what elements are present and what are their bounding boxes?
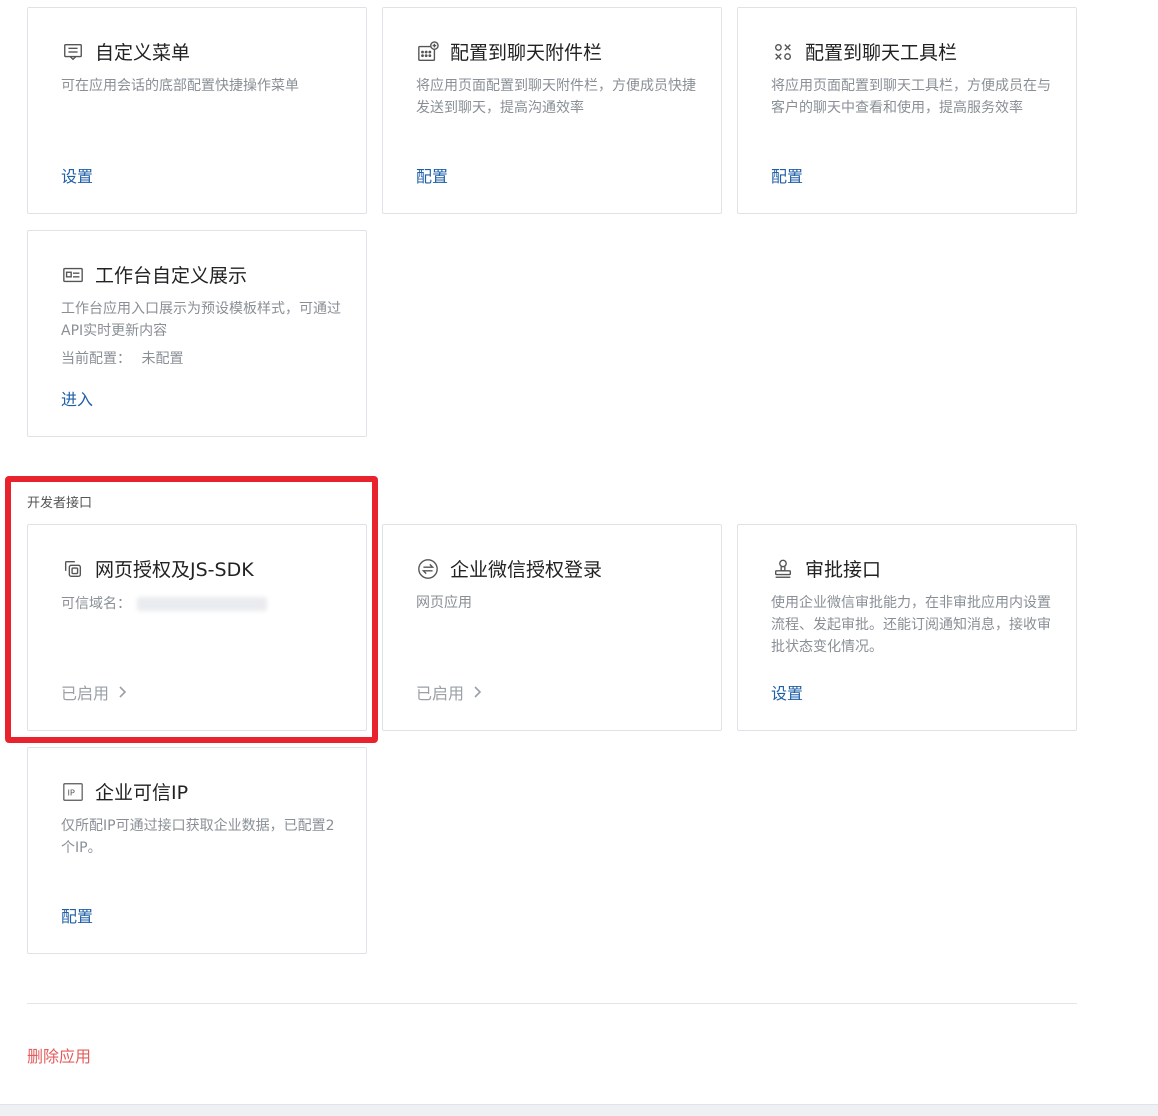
workbench-desc: 工作台应用入口展示为预设模板样式，可通过API实时更新内容 (61, 301, 341, 339)
chevron-right-icon (119, 686, 127, 698)
trusted-ip-title: 企业可信IP (95, 782, 189, 804)
web-auth-title: 网页授权及JS-SDK (95, 559, 254, 581)
chat-toolbar-config-link[interactable]: 配置 (771, 163, 803, 187)
web-auth-status[interactable]: 已启用 (61, 680, 127, 704)
custom-menu-settings-link[interactable]: 设置 (61, 163, 93, 187)
chat-attach-config-link[interactable]: 配置 (416, 163, 448, 187)
ip-box-icon: IP (61, 780, 85, 804)
trusted-domain-line: 可信域名： (61, 593, 267, 613)
chat-toolbar-desc: 将应用页面配置到聊天工具栏，方便成员在与客户的聊天中查看和使用，提高服务效率 (771, 78, 1051, 116)
chat-toolbar-card: 配置到聊天工具栏 将应用页面配置到聊天工具栏，方便成员在与客户的聊天中查看和使用… (737, 7, 1077, 214)
wecom-login-title: 企业微信授权登录 (450, 559, 603, 581)
current-config-value: 未配置 (141, 351, 184, 367)
wecom-login-desc: 网页应用 (416, 595, 472, 611)
wecom-login-card[interactable]: 企业微信授权登录 网页应用 已启用 (382, 524, 722, 731)
approval-settings-link[interactable]: 设置 (771, 680, 803, 704)
current-config-label: 当前配置： (61, 351, 131, 367)
trusted-ip-config-link[interactable]: 配置 (61, 903, 93, 927)
approval-desc: 使用企业微信审批能力，在非审批应用内设置流程、发起审批。还能订阅通知消息，接收审… (771, 595, 1051, 655)
delete-app-link[interactable]: 删除应用 (27, 1043, 91, 1067)
stamp-icon (771, 557, 795, 581)
link-squares-icon (61, 557, 85, 581)
trusted-domain-label: 可信域名： (61, 596, 131, 612)
custom-menu-desc: 可在应用会话的底部配置快捷操作菜单 (61, 78, 299, 94)
chevron-right-icon (474, 686, 482, 698)
chat-attach-desc: 将应用页面配置到聊天附件栏，方便成员快捷发送到聊天，提高沟通效率 (416, 78, 696, 116)
menu-card-icon (61, 40, 85, 64)
wecom-login-status[interactable]: 已启用 (416, 680, 482, 704)
workbench-card: 工作台自定义展示 工作台应用入口展示为预设模板样式，可通过API实时更新内容 当… (27, 230, 367, 437)
trusted-domain-redacted (137, 597, 267, 611)
chat-toolbar-title: 配置到聊天工具栏 (805, 42, 958, 64)
grid-plus-icon (416, 40, 440, 64)
display-card-icon (61, 263, 85, 287)
dev-section-label: 开发者接口 (27, 496, 93, 511)
exchange-circle-icon (416, 557, 440, 581)
wecom-login-status-text: 已启用 (416, 684, 465, 703)
custom-menu-title: 自定义菜单 (95, 42, 191, 64)
trusted-ip-desc: 仅所配IP可通过接口获取企业数据，已配置2个IP。 (61, 818, 335, 856)
svg-text:IP: IP (68, 787, 75, 797)
tools-icon (771, 40, 795, 64)
bottom-bar (0, 1104, 1158, 1116)
approval-title: 审批接口 (805, 559, 882, 581)
trusted-ip-card: IP 企业可信IP 仅所配IP可通过接口获取企业数据，已配置2个IP。 配置 (27, 747, 367, 954)
chat-attach-card: 配置到聊天附件栏 将应用页面配置到聊天附件栏，方便成员快捷发送到聊天，提高沟通效… (382, 7, 722, 214)
web-auth-status-text: 已启用 (61, 684, 110, 703)
workbench-enter-link[interactable]: 进入 (61, 386, 93, 410)
divider (27, 1003, 1077, 1004)
web-auth-card[interactable]: 网页授权及JS-SDK 可信域名： 已启用 (27, 524, 367, 731)
workbench-title: 工作台自定义展示 (95, 265, 248, 287)
chat-attach-title: 配置到聊天附件栏 (450, 42, 603, 64)
workbench-current-config: 当前配置： 未配置 (61, 348, 183, 368)
custom-menu-card: 自定义菜单 可在应用会话的底部配置快捷操作菜单 设置 (27, 7, 367, 214)
approval-card: 审批接口 使用企业微信审批能力，在非审批应用内设置流程、发起审批。还能订阅通知消… (737, 524, 1077, 731)
